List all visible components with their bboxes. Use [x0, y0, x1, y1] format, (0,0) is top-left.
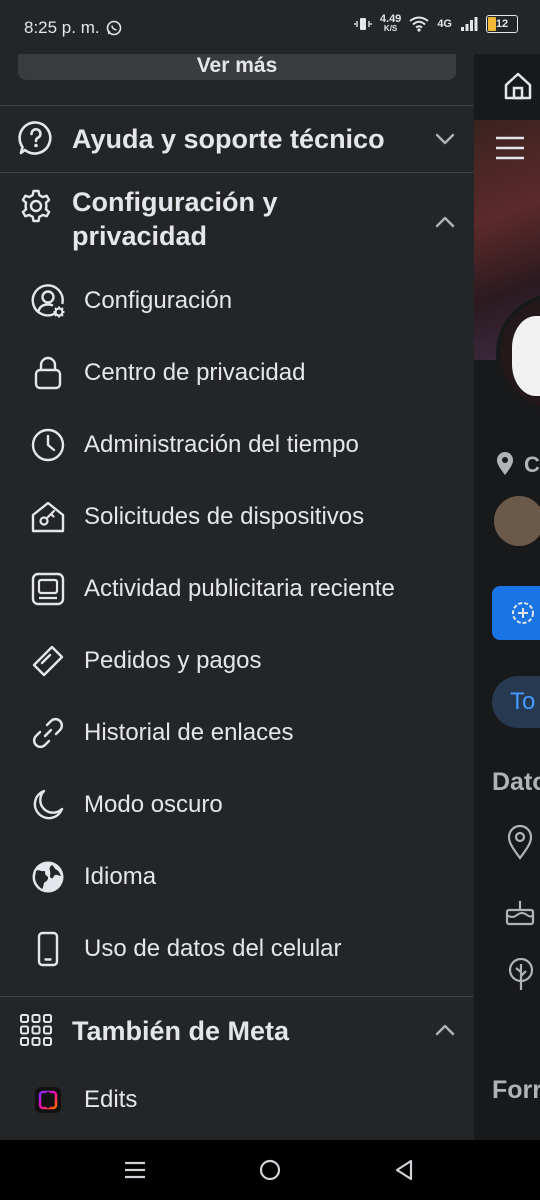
footer-title: Forr: [492, 1076, 540, 1104]
settings-item-device-requests[interactable]: Solicitudes de dispositivos: [0, 487, 474, 547]
pin-icon: [506, 824, 534, 860]
status-time: 8:25 p. m.: [24, 18, 100, 37]
settings-item-configuracion[interactable]: Configuración: [0, 271, 474, 331]
friend-avatar: [494, 496, 540, 546]
details-title: Dato: [492, 768, 540, 796]
net-speed-value: 4.49: [379, 13, 402, 25]
also-from-meta-row[interactable]: También de Meta: [0, 997, 474, 1063]
settings-privacy-label-line2: privacidad: [72, 221, 208, 251]
home-button[interactable]: [259, 1159, 281, 1181]
home-key-icon: [30, 499, 66, 535]
back-button[interactable]: [394, 1159, 414, 1181]
settings-item-dark-mode[interactable]: Modo oscuro: [0, 775, 474, 835]
chevron-up-icon: [434, 1019, 456, 1041]
help-support-row[interactable]: Ayuda y soporte técnico: [0, 106, 474, 172]
clock-icon: [30, 427, 66, 463]
location-text: C: [524, 452, 540, 477]
filter-chip[interactable]: To: [492, 676, 540, 728]
settings-item-label: Solicitudes de dispositivos: [84, 503, 365, 530]
settings-item-label: Historial de enlaces: [84, 719, 294, 746]
help-support-label: Ayuda y soporte técnico: [72, 124, 385, 154]
settings-privacy-label-line1: Configuración y: [72, 187, 278, 217]
settings-item-label: Uso de datos del celular: [84, 935, 342, 962]
settings-privacy-row[interactable]: Configuración y privacidad: [0, 173, 474, 259]
phone-icon: [30, 931, 66, 967]
also-from-meta-label: También de Meta: [72, 1016, 290, 1046]
battery-level: 12: [495, 18, 509, 30]
signal-icon: [460, 16, 478, 32]
ad-monitor-icon: [30, 571, 66, 607]
add-story-button[interactable]: [492, 586, 540, 640]
status-bar: 8:25 p. m. 4.49 K/S 4G 12: [0, 0, 540, 54]
settings-item-orders-payments[interactable]: Pedidos y pagos: [0, 631, 474, 691]
settings-item-label: Modo oscuro: [84, 791, 223, 818]
status-indicators: 4.49 K/S 4G 12: [354, 14, 518, 34]
filter-chip-label: To: [510, 688, 536, 715]
recent-apps-button[interactable]: [124, 1160, 146, 1180]
home-tab-icon[interactable]: [500, 68, 536, 104]
lock-icon: [30, 355, 66, 391]
see-more-button[interactable]: Ver más: [18, 54, 456, 80]
settings-item-privacy-center[interactable]: Centro de privacidad: [0, 343, 474, 403]
moon-icon: [30, 787, 66, 823]
menu-icon[interactable]: [494, 134, 526, 162]
settings-item-link-history[interactable]: Historial de enlaces: [0, 703, 474, 763]
settings-item-time-management[interactable]: Administración del tiempo: [0, 415, 474, 475]
net-speed: 4.49 K/S: [380, 14, 401, 34]
settings-item-label: Configuración: [84, 287, 233, 314]
whatsapp-icon: [106, 20, 122, 36]
network-type: 4G: [437, 18, 452, 30]
cake-icon: [504, 896, 536, 926]
vibrate-icon: [354, 16, 372, 32]
edits-app-icon: [30, 1082, 66, 1118]
settings-item-label: Administración del tiempo: [84, 431, 359, 458]
link-icon: [30, 715, 66, 751]
see-more-label: Ver más: [196, 54, 278, 77]
settings-item-language[interactable]: Idioma: [0, 847, 474, 907]
net-speed-unit: K/S: [383, 24, 398, 33]
globe-icon: [30, 859, 66, 895]
tag-icon: [30, 643, 66, 679]
settings-drawer: Ver más Ayuda y soporte técnico Configur…: [0, 54, 474, 1140]
chevron-down-icon: [434, 128, 456, 150]
user-gear-icon: [30, 283, 66, 319]
tree-icon: [506, 956, 536, 992]
meta-item-edits[interactable]: Edits: [0, 1070, 474, 1130]
wifi-icon: [409, 16, 429, 32]
settings-item-label: Centro de privacidad: [84, 359, 306, 386]
battery-icon: 12: [486, 15, 518, 33]
settings-item-ad-activity[interactable]: Actividad publicitaria reciente: [0, 559, 474, 619]
gear-icon: [18, 188, 54, 224]
background-page: C To Dato Forr: [474, 54, 540, 1140]
meta-item-label: Edits: [84, 1086, 138, 1113]
chevron-up-icon: [434, 211, 456, 233]
settings-item-label: Idioma: [84, 863, 157, 890]
settings-item-label: Actividad publicitaria reciente: [84, 575, 395, 602]
settings-item-label: Pedidos y pagos: [84, 647, 262, 674]
status-time-group: 8:25 p. m.: [24, 18, 122, 38]
system-nav-bar: [0, 1140, 540, 1200]
question-icon: [18, 120, 54, 156]
grid-icon: [18, 1012, 54, 1048]
settings-item-data-usage[interactable]: Uso de datos del celular: [0, 919, 474, 979]
location-icon: [494, 450, 516, 476]
